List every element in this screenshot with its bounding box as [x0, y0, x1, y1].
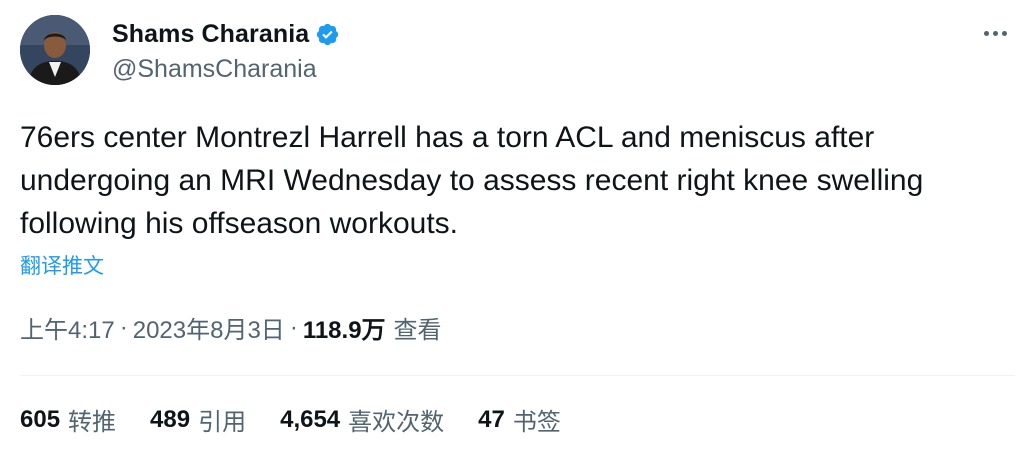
more-horizontal-icon-dot [1001, 30, 1007, 36]
meta-separator: · [119, 313, 128, 341]
tweet-date[interactable]: 2023年8月3日 [133, 310, 285, 345]
divider [20, 375, 1015, 376]
stat-count: 489 [150, 405, 191, 433]
engagement-stats: 605 转推 489 引用 4,654 喜欢次数 47 书签 [20, 402, 595, 437]
tweet-meta: 上午4:17 · 2023年8月3日 · 118.9万 查看 [20, 310, 442, 345]
avatar[interactable] [20, 15, 90, 85]
verified-badge-icon [317, 23, 339, 45]
views-label: 查看 [393, 317, 442, 344]
likes-stat[interactable]: 4,654 喜欢次数 [280, 402, 444, 437]
stat-count: 4,654 [280, 405, 341, 433]
stat-label: 书签 [512, 409, 561, 436]
more-options-button[interactable] [975, 18, 1015, 48]
stat-count: 605 [20, 405, 61, 433]
stat-label: 喜欢次数 [348, 409, 445, 436]
quotes-stat[interactable]: 489 引用 [150, 402, 246, 437]
author-name-row: Shams Charania [112, 18, 340, 50]
more-horizontal-icon [983, 30, 989, 36]
author-handle[interactable]: @ShamsCharania [112, 55, 317, 84]
tweet-time[interactable]: 上午4:17 [20, 310, 115, 345]
stat-count: 47 [478, 405, 505, 433]
tweet-card: Shams Charania @ShamsCharania 76ers cent… [0, 0, 1035, 460]
bookmarks-stat[interactable]: 47 书签 [478, 402, 561, 437]
meta-separator: · [289, 313, 298, 341]
avatar-image [20, 15, 90, 85]
author-display-name[interactable]: Shams Charania [112, 20, 309, 49]
tweet-text: 76ers center Montrezl Harrell has a torn… [20, 121, 924, 240]
more-horizontal-icon-dot [992, 30, 998, 36]
stat-label: 引用 [198, 409, 247, 436]
retweets-stat[interactable]: 605 转推 [20, 402, 116, 437]
stat-label: 转推 [68, 409, 117, 436]
views-count[interactable]: 118.9万 [303, 310, 386, 345]
translate-tweet-link[interactable]: 翻译推文 [20, 250, 104, 280]
